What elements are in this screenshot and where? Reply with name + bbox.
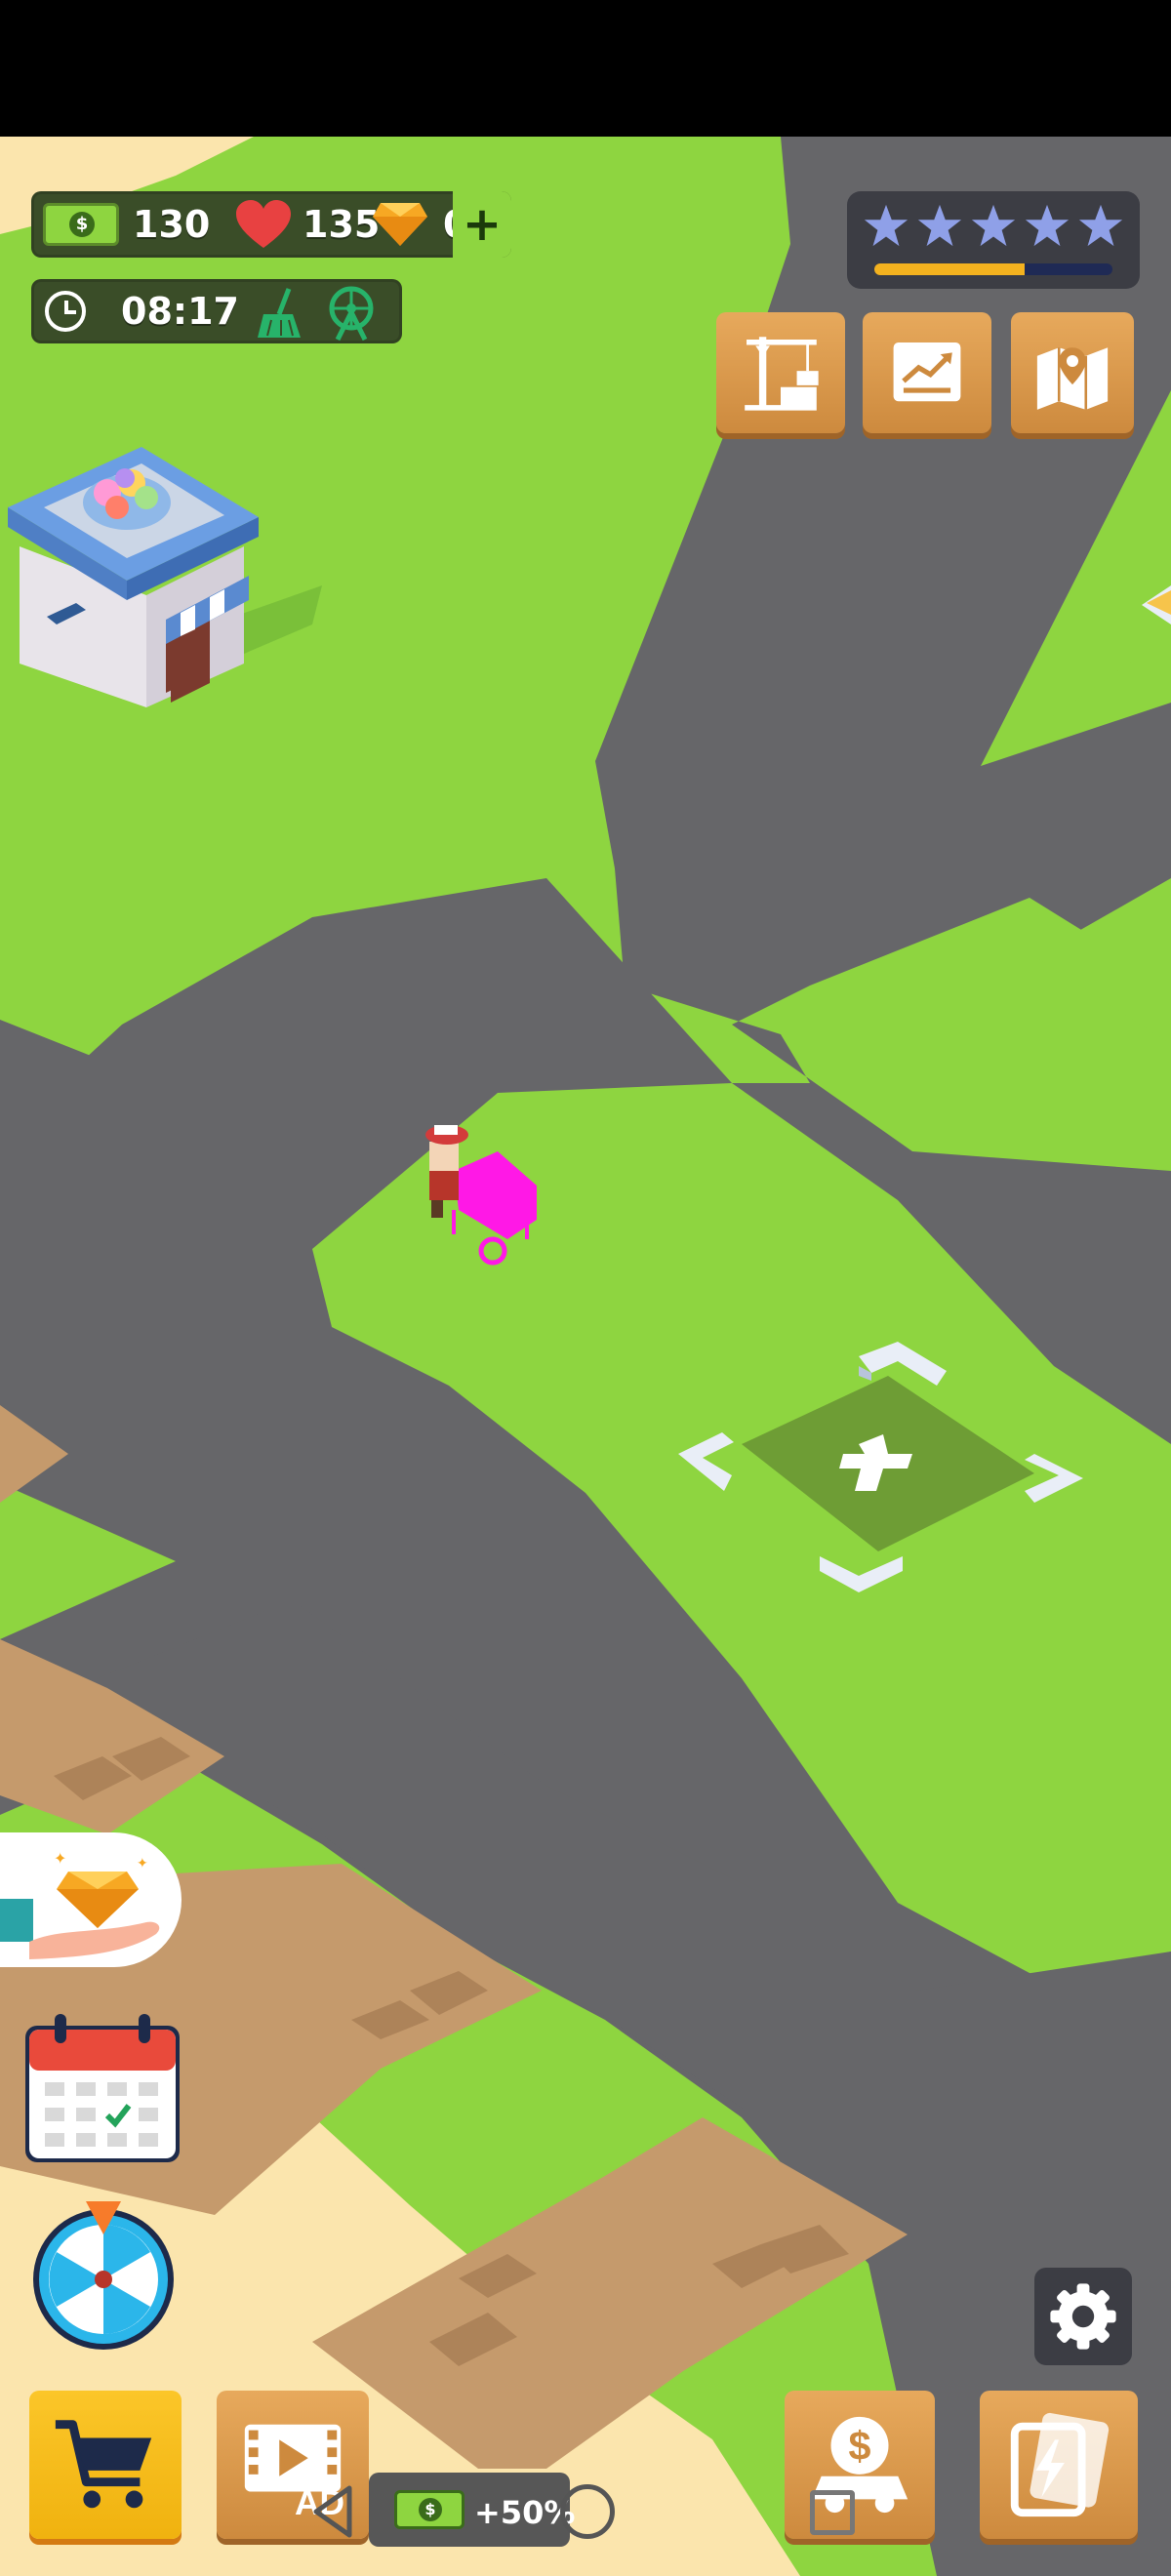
map-button[interactable] [1011, 312, 1134, 433]
cart-icon [55, 2420, 152, 2509]
daily-calendar-button[interactable] [21, 2012, 183, 2166]
status-bar-area [0, 0, 1171, 137]
chart-icon [893, 342, 961, 402]
nav-recents-icon[interactable] [810, 2490, 855, 2535]
nav-back-icon[interactable] [310, 2484, 357, 2539]
build-button[interactable] [716, 312, 845, 433]
lucky-wheel-button[interactable] [27, 2195, 180, 2352]
star-icon [1078, 204, 1123, 247]
gem-icon [371, 201, 429, 248]
star-icon [971, 204, 1016, 247]
crane-icon [745, 337, 819, 411]
cash-icon: $ [43, 203, 119, 246]
sell-button[interactable]: $ [785, 2391, 935, 2539]
clock-icon [45, 291, 86, 332]
clock-time: 08:17 [121, 290, 239, 333]
add-currency-button[interactable]: + [453, 191, 511, 258]
currency-bar: $ 130 135 0 + [31, 191, 511, 258]
plus-icon: + [462, 197, 503, 252]
nav-home-icon[interactable] [560, 2484, 615, 2539]
svg-text:✦: ✦ [54, 1849, 66, 1868]
calendar-icon [25, 2014, 180, 2162]
heart-icon [234, 199, 293, 250]
cash-boost-icon: $ [394, 2490, 464, 2529]
gem-offer-icon: ✦ ✦ [0, 1849, 160, 1959]
map-icon [1036, 347, 1109, 410]
cash-value: 130 [133, 203, 211, 246]
svg-text:✦: ✦ [137, 1856, 148, 1872]
hearts-value: 135 [303, 203, 381, 246]
ferris-wheel-icon[interactable] [322, 283, 381, 342]
rating-panel[interactable] [847, 191, 1140, 289]
cash-boost-badge[interactable]: $ +50% [369, 2473, 575, 2547]
rating-progress-bar [874, 263, 1112, 275]
gem-offer-button[interactable]: ✦ ✦ [0, 1832, 182, 1967]
boost-cards-button[interactable] [980, 2391, 1138, 2539]
shop-button[interactable] [29, 2391, 182, 2539]
star-icon [1025, 204, 1070, 247]
rating-progress-fill [874, 263, 1025, 275]
svg-text:$: $ [849, 2424, 871, 2469]
star-icon [864, 204, 909, 247]
lucky-wheel-icon [33, 2201, 174, 2350]
star-icon [917, 204, 962, 247]
clock-bar: 08:17 [31, 279, 402, 343]
game-map[interactable] [0, 0, 1171, 2576]
energy-card-icon [1010, 2412, 1110, 2517]
stats-button[interactable] [863, 312, 991, 433]
gear-icon [1050, 2283, 1116, 2350]
broom-icon[interactable] [254, 285, 308, 340]
rating-stars [863, 203, 1124, 252]
settings-button[interactable] [1034, 2268, 1132, 2365]
